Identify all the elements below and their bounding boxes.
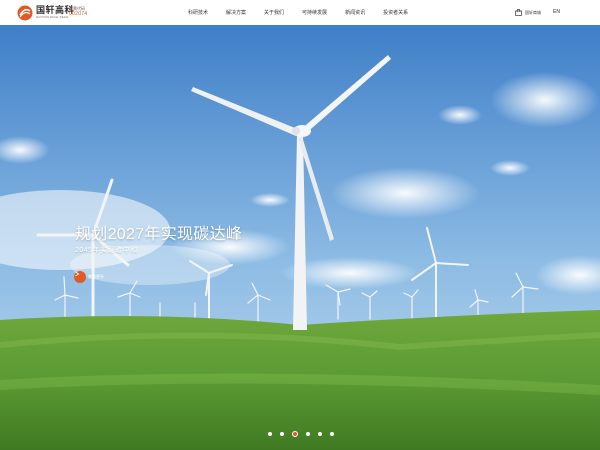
hero-more-button[interactable]: 查看更多 (74, 271, 104, 283)
carousel-dots (268, 431, 342, 437)
main-nav: 科研技术 解决方案 关于我们 可持续发展 新闻资讯 投资者关系 (188, 0, 426, 25)
carousel-dot[interactable] (318, 432, 322, 436)
hero-more-label: 查看更多 (88, 274, 104, 279)
carousel-dot-active[interactable] (292, 431, 298, 437)
nav-item-solutions[interactable]: 解决方案 (226, 9, 246, 16)
mall-label: 国轩商城 (525, 9, 541, 15)
nav-item-about[interactable]: 关于我们 (264, 9, 284, 16)
carousel-dot[interactable] (306, 432, 310, 436)
mall-link[interactable]: 国轩商城 (515, 9, 541, 16)
stock-code: 002074 (69, 11, 88, 17)
logo[interactable]: 国轩高科 GOTION HIGH-TECH (17, 4, 74, 21)
carousel-dot[interactable] (330, 432, 334, 436)
hero-banner: 规划2027年实现碳达峰 2045年实现碳中和 查看更多 (0, 25, 600, 450)
hero-title: 规划2027年实现碳达峰 (75, 226, 243, 243)
nav-item-news[interactable]: 新闻资讯 (345, 9, 365, 16)
site-header: 国轩高科 GOTION HIGH-TECH 股票代码 002074 科研技术 解… (0, 0, 600, 25)
carousel-dot[interactable] (268, 432, 272, 436)
logo-mark-icon (17, 5, 33, 20)
nav-item-sustainability[interactable]: 可持续发展 (302, 9, 327, 16)
hero-subtitle: 2045年实现碳中和 (75, 247, 138, 254)
stock-info: 股票代码 002074 (69, 6, 88, 17)
language-switch[interactable]: EN (553, 9, 560, 15)
nav-item-research[interactable]: 科研技术 (188, 9, 208, 16)
nav-item-investors[interactable]: 投资者关系 (383, 9, 408, 16)
carousel-dot[interactable] (280, 432, 284, 436)
shopping-bag-icon (515, 9, 522, 16)
